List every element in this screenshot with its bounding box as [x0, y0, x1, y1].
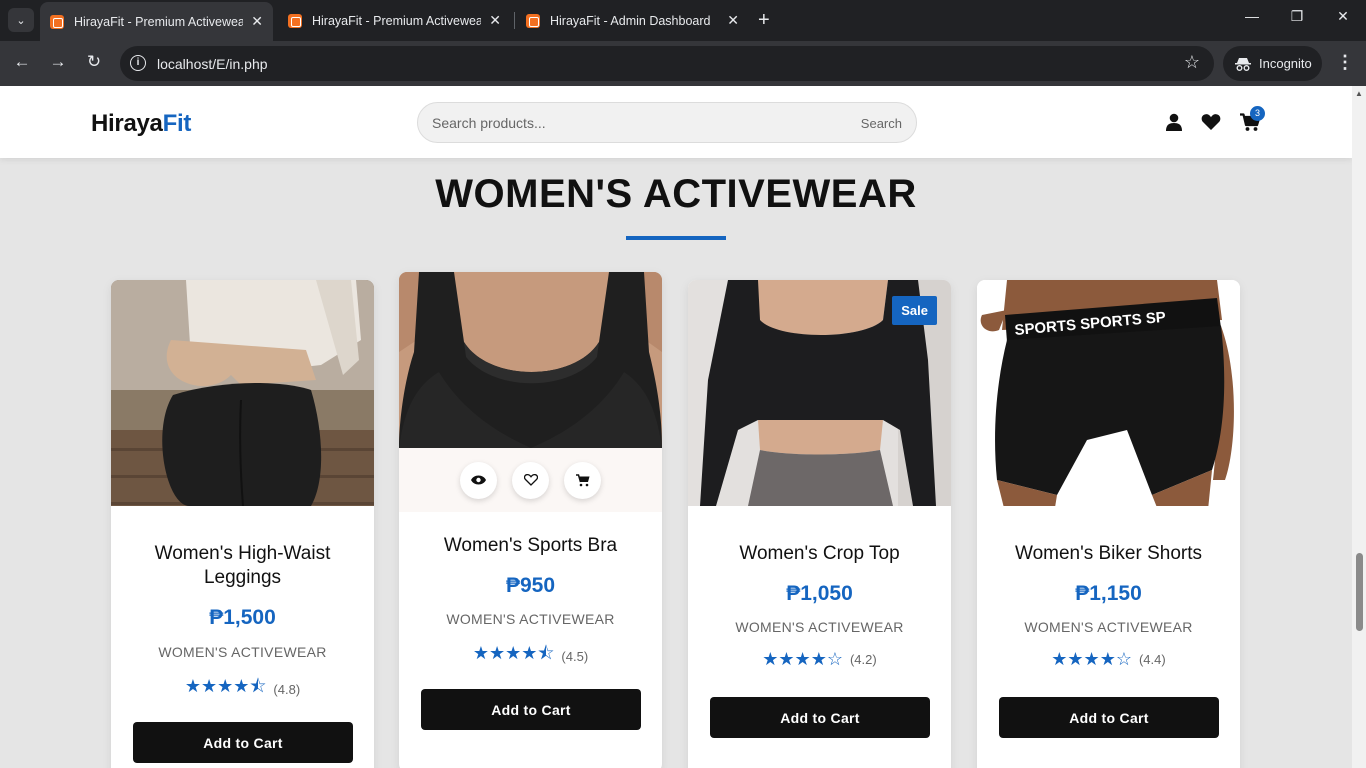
add-to-cart-button[interactable]: Add to Cart	[999, 697, 1219, 738]
product-rating: ★★★★⯪ (4.5)	[399, 641, 662, 671]
rating-stars-icon: ★★★★☆	[1051, 649, 1132, 669]
site-info-icon[interactable]: i	[130, 55, 146, 71]
tab-separator	[514, 12, 515, 29]
search-bar: Search	[417, 102, 917, 143]
close-tab-icon[interactable]: ✕	[489, 12, 501, 29]
quick-view-eye-icon[interactable]	[460, 461, 497, 499]
product-image-sports-bra[interactable]	[399, 272, 662, 512]
restore-window-icon[interactable]: ❐	[1285, 8, 1309, 25]
close-tab-icon[interactable]: ✕	[251, 13, 263, 30]
product-price: ₱950	[505, 574, 556, 597]
browser-toolbar: ← → ↻ i localhost/E/in.php ☆ Incognito ⋮	[0, 41, 1366, 86]
rating-stars-icon: ★★★★⯪	[184, 676, 267, 696]
tab-title: HirayaFit - Premium Activewear	[312, 13, 482, 28]
product-name[interactable]: Women's Sports Bra	[409, 534, 652, 558]
biker-shorts-photo: SPORTS SPORTS SP	[977, 280, 1240, 520]
section-title-underline	[626, 236, 726, 240]
wishlist-heart-icon[interactable]	[1201, 113, 1221, 131]
rating-stars-icon: ★★★★⯪	[472, 643, 555, 663]
rating-stars-icon: ★★★★☆	[762, 649, 843, 669]
back-arrow-icon[interactable]: ←	[10, 52, 34, 72]
minimize-window-icon[interactable]: —	[1240, 8, 1264, 24]
product-category: WOMEN'S ACTIVEWEAR	[446, 611, 615, 627]
logo-text: Hiraya	[91, 110, 163, 137]
add-to-cart-button[interactable]: Add to Cart	[710, 697, 930, 738]
address-bar[interactable]: i localhost/E/in.php ☆	[120, 46, 1214, 81]
incognito-profile-button[interactable]: Incognito	[1223, 46, 1322, 81]
product-price: ₱1,150	[1075, 582, 1142, 605]
quick-add-cart-icon[interactable]	[564, 461, 601, 499]
incognito-icon	[1235, 57, 1251, 71]
section-title: WOMEN'S ACTIVEWEAR	[435, 172, 917, 216]
product-image-crop-top[interactable]: Sale	[688, 280, 951, 520]
close-window-icon[interactable]: ✕	[1331, 8, 1355, 25]
quick-actions-bar	[399, 448, 662, 512]
leggings-photo	[111, 280, 374, 520]
page-viewport: HirayaFit Search 3 ▲ WOMEN'S ACTIVEWEAR	[0, 86, 1366, 768]
page-scrollbar[interactable]: ▲	[1352, 86, 1366, 768]
add-to-cart-button[interactable]: Add to Cart	[133, 722, 353, 763]
add-to-cart-button[interactable]: Add to Cart	[421, 689, 641, 730]
sale-badge: Sale	[892, 296, 937, 325]
product-card[interactable]: Women's Sports Bra ₱950 WOMEN'S ACTIVEWE…	[399, 272, 662, 768]
product-card[interactable]: SPORTS SPORTS SP Women's Biker Shorts ₱1…	[977, 280, 1240, 768]
new-tab-plus-icon[interactable]: +	[758, 9, 770, 31]
browser-menu-icon[interactable]: ⋮	[1336, 52, 1354, 73]
product-image-biker-shorts[interactable]: SPORTS SPORTS SP	[977, 280, 1240, 520]
product-price: ₱1,500	[209, 606, 276, 629]
tab-search-chevron-icon[interactable]: ⌄	[8, 8, 34, 32]
url-text[interactable]: localhost/E/in.php	[157, 56, 268, 72]
product-rating: ★★★★☆ (4.2)	[688, 649, 951, 670]
rating-value: (4.5)	[561, 648, 589, 664]
product-name[interactable]: Women's High-Waist Leggings	[121, 542, 364, 590]
site-logo[interactable]: HirayaFit	[91, 110, 191, 138]
rating-value: (4.4)	[1138, 652, 1166, 667]
browser-tab-1[interactable]: HirayaFit - Premium Activewear ✕	[40, 2, 273, 41]
search-input[interactable]	[432, 113, 832, 133]
xampp-favicon-icon	[288, 13, 302, 28]
product-image-leggings[interactable]	[111, 280, 374, 520]
product-rating: ★★★★⯪ (4.8)	[111, 674, 374, 704]
incognito-label: Incognito	[1259, 56, 1312, 71]
forward-arrow-icon[interactable]: →	[46, 52, 70, 72]
close-tab-icon[interactable]: ✕	[727, 12, 739, 29]
user-account-icon[interactable]	[1165, 113, 1183, 131]
product-category: WOMEN'S ACTIVEWEAR	[158, 644, 327, 660]
xampp-favicon-icon	[526, 13, 540, 28]
rating-value: (4.8)	[273, 681, 301, 697]
browser-tab-bar: ⌄ HirayaFit - Premium Activewear ✕ Hiray…	[0, 0, 1366, 41]
product-card[interactable]: Women's High-Waist Leggings ₱1,500 WOMEN…	[111, 280, 374, 768]
site-header: HirayaFit Search 3	[0, 86, 1352, 158]
bookmark-star-icon[interactable]: ☆	[1184, 52, 1200, 73]
tab-title: HirayaFit - Premium Activewear	[74, 14, 244, 29]
product-card[interactable]: Sale Women's Crop Top ₱1,050 WOMEN'S ACT…	[688, 280, 951, 768]
browser-tab-2[interactable]: HirayaFit - Premium Activewear ✕	[278, 4, 511, 37]
browser-tab-3[interactable]: HirayaFit - Admin Dashboard ✕	[516, 4, 749, 37]
product-name[interactable]: Women's Crop Top	[698, 542, 941, 566]
add-to-wishlist-heart-icon[interactable]	[512, 461, 549, 499]
product-price: ₱1,050	[786, 582, 853, 605]
product-category: WOMEN'S ACTIVEWEAR	[1024, 619, 1193, 635]
cart-count-badge: 3	[1250, 106, 1265, 121]
search-button[interactable]: Search	[861, 116, 902, 131]
logo-accent-text: Fit	[162, 110, 192, 137]
rating-value: (4.2)	[849, 652, 877, 667]
scroll-up-arrow-icon[interactable]: ▲	[1355, 89, 1363, 98]
product-name[interactable]: Women's Biker Shorts	[987, 542, 1230, 566]
xampp-favicon-icon	[50, 14, 64, 29]
product-category: WOMEN'S ACTIVEWEAR	[735, 619, 904, 635]
product-rating: ★★★★☆ (4.4)	[977, 649, 1240, 670]
scrollbar-thumb[interactable]	[1356, 553, 1363, 631]
tab-title: HirayaFit - Admin Dashboard	[550, 13, 711, 28]
reload-icon[interactable]: ↻	[82, 52, 106, 72]
